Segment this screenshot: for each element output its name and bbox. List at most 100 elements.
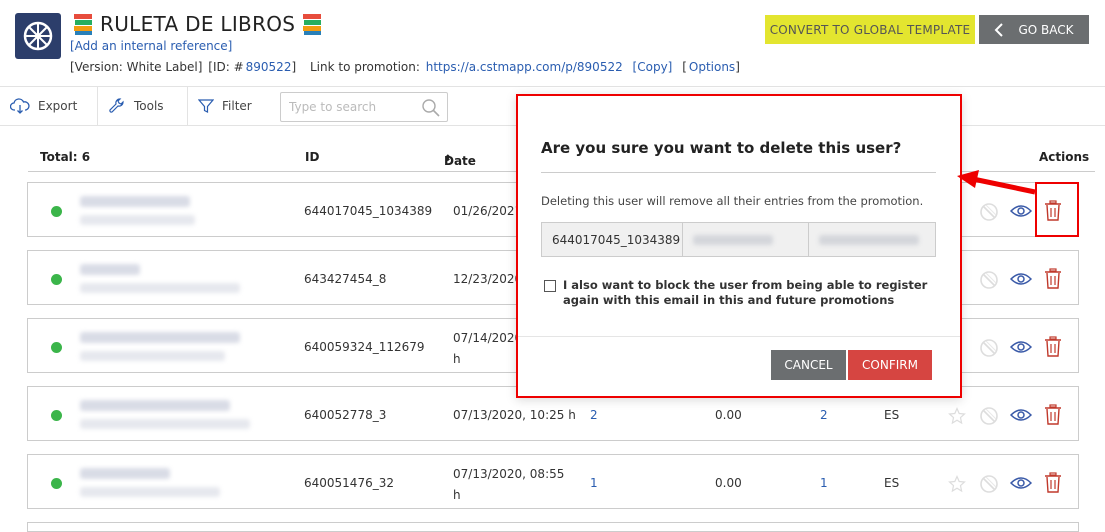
convert-to-global-template-button[interactable]: CONVERT TO GLOBAL TEMPLATE — [765, 15, 975, 44]
confirm-button[interactable]: CONFIRM — [848, 350, 932, 380]
date-label: Date — [444, 154, 476, 168]
chevron-left-icon — [995, 22, 1004, 37]
star-icon[interactable] — [948, 474, 966, 493]
filter-icon — [198, 99, 214, 113]
eye-icon[interactable] — [1010, 272, 1032, 286]
block-icon[interactable] — [979, 406, 999, 426]
user-email-redacted — [80, 418, 250, 429]
row-date: 07/14/2020 — [453, 330, 523, 345]
id-label: [ID: #890522] — [208, 60, 298, 74]
cancel-button[interactable]: CANCEL — [771, 350, 846, 380]
search-icon[interactable] — [421, 98, 441, 118]
copy-link[interactable]: [Copy] — [633, 60, 673, 74]
page-title: RULETA DE LIBROS — [100, 12, 296, 36]
status-dot — [51, 409, 62, 421]
user-name-redacted — [683, 223, 809, 256]
trash-icon[interactable] — [1044, 267, 1062, 290]
eye-icon[interactable] — [1010, 408, 1032, 422]
user-email-redacted — [80, 214, 195, 225]
row-date-suffix: h — [453, 487, 461, 502]
user-name-redacted — [80, 467, 170, 479]
row-date: 12/23/2020 — [453, 271, 523, 286]
block-icon[interactable] — [979, 474, 999, 494]
row-id: 644017045_1034389 — [304, 203, 433, 218]
user-name-redacted — [80, 263, 140, 275]
table-row[interactable] — [27, 522, 1079, 532]
user-email-redacted — [80, 282, 240, 293]
dialog-divider — [541, 172, 936, 173]
table-row[interactable]: 640051476_32 07/13/2020, 08:55 h 1 0.00 … — [27, 454, 1079, 509]
status-dot — [51, 477, 62, 489]
filter-button[interactable]: Filter — [188, 87, 270, 125]
trash-icon[interactable] — [1044, 403, 1062, 426]
options-wrap: [Options] — [682, 60, 742, 74]
row-language: ES — [884, 407, 900, 422]
row-date: 01/26/2021 — [453, 203, 523, 218]
dialog-footer-divider — [518, 336, 960, 337]
column-header-id[interactable]: ID — [305, 150, 319, 164]
row-date-suffix: h — [453, 351, 461, 366]
export-label: Export — [38, 99, 78, 113]
status-dot — [51, 205, 62, 217]
tools-button[interactable]: Tools — [98, 87, 188, 125]
user-email-redacted — [80, 486, 220, 497]
go-back-label: GO BACK — [1018, 22, 1074, 37]
user-name-redacted — [80, 399, 230, 411]
search-input[interactable] — [289, 98, 419, 116]
block-icon[interactable] — [979, 202, 999, 222]
row-id: 643427454_8 — [304, 271, 387, 286]
eye-icon[interactable] — [1010, 204, 1032, 218]
options-link[interactable]: Options — [689, 60, 735, 74]
trash-icon[interactable] — [1044, 335, 1062, 358]
user-email-redacted — [80, 350, 225, 361]
filter-label: Filter — [222, 99, 252, 113]
options-bracket-close: ] — [735, 60, 740, 74]
block-user-label[interactable]: I also want to block the user from being… — [563, 278, 943, 308]
version-label: [Version: White Label] — [70, 60, 203, 74]
books-icon — [303, 14, 322, 35]
total-count: Total: 6 — [40, 150, 91, 164]
go-back-button[interactable]: GO BACK — [979, 15, 1089, 44]
user-email-redacted — [809, 223, 935, 256]
block-icon[interactable] — [979, 338, 999, 358]
wrench-icon — [109, 98, 124, 113]
block-icon[interactable] — [979, 270, 999, 290]
user-name-redacted — [80, 195, 190, 207]
eye-icon[interactable] — [1010, 340, 1032, 354]
status-dot — [51, 273, 62, 285]
trash-icon[interactable] — [1044, 471, 1062, 494]
promotion-url-link[interactable]: https://a.cstmapp.com/p/890522 — [426, 60, 623, 74]
row-id: 640059324_112679 — [304, 339, 425, 354]
row-id: 640051476_32 — [304, 475, 394, 490]
eye-icon[interactable] — [1010, 476, 1032, 490]
add-internal-reference-link[interactable]: [Add an internal reference] — [70, 39, 232, 53]
promotion-id-link[interactable]: 890522 — [246, 60, 292, 74]
block-user-checkbox[interactable] — [544, 280, 556, 292]
row-entries: 1 — [820, 475, 828, 490]
link-label: Link to promotion: — [309, 60, 420, 74]
delete-user-dialog: Are you sure you want to delete this use… — [516, 94, 962, 398]
user-id: 644017045_1034389 — [542, 223, 683, 256]
redacted-text — [819, 234, 919, 245]
row-id: 640052778_3 — [304, 407, 387, 422]
annotation-arrow-icon — [957, 170, 1036, 195]
status-dot — [51, 341, 62, 353]
redacted-text — [693, 234, 773, 245]
search-box — [280, 92, 448, 122]
star-icon[interactable] — [948, 406, 966, 425]
row-amount: 0.00 — [715, 475, 742, 490]
row-date: 07/13/2020, 10:25 h — [453, 407, 576, 422]
id-prefix: [ID: # — [208, 60, 244, 74]
id-suffix: ] — [291, 60, 297, 74]
app-logo — [15, 13, 61, 59]
user-name-redacted — [80, 331, 240, 343]
user-summary: 644017045_1034389 — [541, 222, 936, 257]
row-participations: 2 — [590, 407, 598, 422]
row-entries: 2 — [820, 407, 828, 422]
tools-label: Tools — [134, 99, 164, 113]
row-date: 07/13/2020, 08:55 — [453, 466, 565, 481]
highlight-box — [1035, 182, 1079, 237]
row-participations: 1 — [590, 475, 598, 490]
dialog-title: Are you sure you want to delete this use… — [541, 139, 902, 157]
export-button[interactable]: Export — [0, 87, 98, 125]
